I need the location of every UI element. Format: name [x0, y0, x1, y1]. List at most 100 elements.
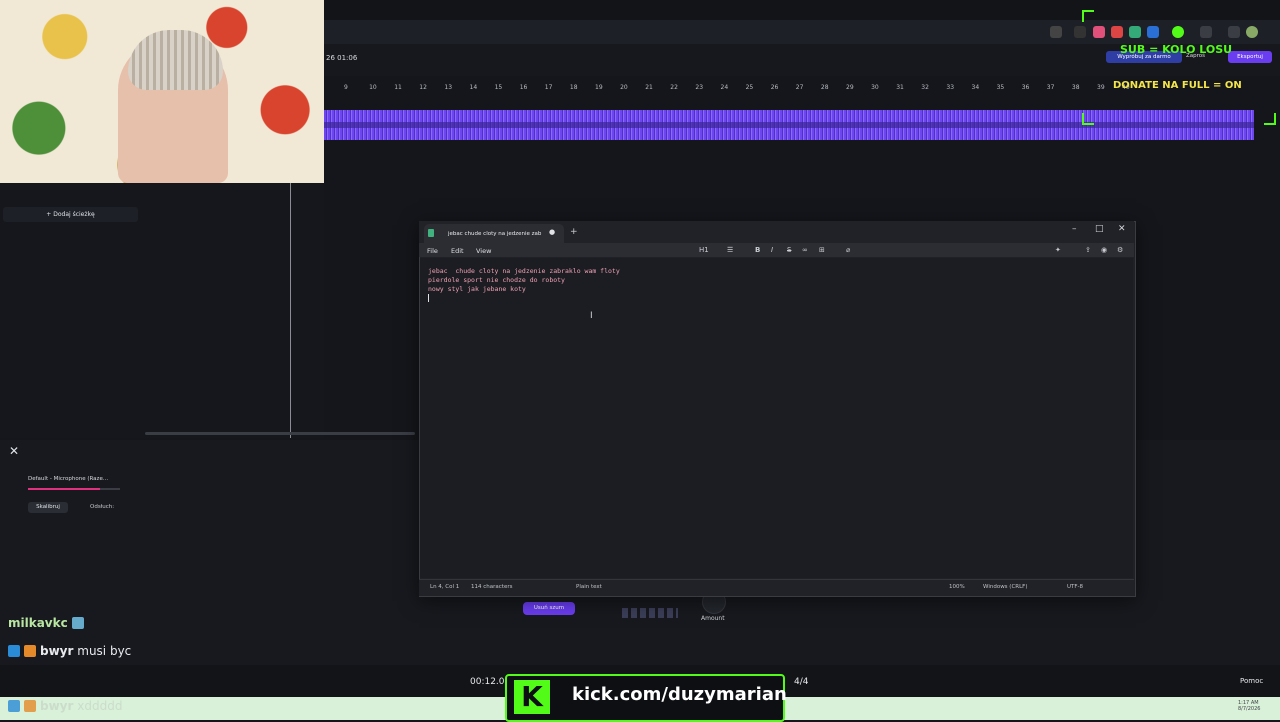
- tab-close-icon[interactable]: ●: [549, 228, 555, 236]
- zoom-level[interactable]: 100%: [949, 584, 965, 590]
- chat-username: bwyr: [40, 644, 74, 658]
- ruler-tick: 18: [569, 84, 578, 91]
- sub-overlay: SUB = KOLO LOSU: [1120, 43, 1233, 56]
- ruler-tick: 11: [394, 84, 402, 91]
- list-icon[interactable]: ☰: [727, 246, 733, 254]
- minimize-icon[interactable]: –: [1072, 224, 1077, 234]
- close-icon[interactable]: ✕: [9, 444, 19, 458]
- playback-time: 00:12.0: [470, 677, 505, 687]
- clear-format-icon[interactable]: ⌀: [846, 246, 850, 254]
- maximize-icon[interactable]: □: [1095, 224, 1104, 234]
- text-format[interactable]: Plain text: [576, 584, 602, 590]
- kick-logo-icon: K: [514, 680, 550, 714]
- chat-username: milkavkc: [8, 616, 68, 630]
- ruler-tick: 16: [519, 84, 528, 91]
- share-icon[interactable]: ⇪: [1085, 246, 1091, 254]
- bold-icon[interactable]: B: [755, 246, 760, 254]
- ruler-tick: 28: [820, 84, 829, 91]
- account-icon[interactable]: ◉: [1101, 246, 1107, 254]
- text-line: pierdole sport nie chodze do roboty: [428, 276, 565, 284]
- chat-message: bwyr musi byc: [8, 644, 131, 658]
- ruler-tick: 12: [419, 84, 427, 91]
- heading-dropdown[interactable]: H1: [699, 246, 709, 254]
- kick-url: kick.com/duzymarian: [572, 684, 787, 705]
- ruler-tick: 25: [745, 84, 754, 91]
- character-count: 114 characters: [471, 584, 513, 590]
- extension-icon[interactable]: [1074, 26, 1086, 38]
- amount-label: Amount: [701, 615, 725, 622]
- download-icon[interactable]: [1228, 26, 1240, 38]
- ruler-tick: 32: [921, 84, 929, 91]
- extension-icon[interactable]: [1111, 26, 1123, 38]
- ruler-tick: 38: [1071, 84, 1080, 91]
- chat-text: musi byc: [77, 644, 132, 658]
- ruler-tick: 33: [946, 84, 955, 91]
- italic-icon[interactable]: I: [771, 246, 773, 254]
- calibrate-button[interactable]: Skalibruj: [28, 502, 68, 513]
- microphone-select[interactable]: Default - Microphone (Raze...: [28, 476, 108, 482]
- menu-edit[interactable]: Edit: [451, 247, 464, 255]
- chat-text: xddddd: [77, 699, 123, 713]
- ruler-tick: 9: [344, 84, 348, 91]
- denoise-button[interactable]: Usuń szum: [523, 602, 575, 615]
- extension-icon[interactable]: [1147, 26, 1159, 38]
- frame-corner: [1264, 113, 1276, 125]
- menu-view[interactable]: View: [476, 247, 491, 255]
- badge-icon: [8, 700, 20, 712]
- ruler-tick: 10: [369, 84, 377, 91]
- strikethrough-icon[interactable]: S: [787, 246, 791, 254]
- monitor-label: Odsłuch:: [90, 504, 115, 510]
- help-button[interactable]: Pomoc: [1240, 677, 1263, 685]
- cursor-position: Ln 4, Col 1: [430, 584, 460, 590]
- notepad-icon: [428, 229, 434, 237]
- notepad-menubar: [419, 243, 1134, 257]
- ruler-tick: 39: [1097, 84, 1105, 91]
- line-ending[interactable]: Windows (CRLF): [983, 584, 1027, 590]
- waveform-center: [324, 122, 1254, 128]
- table-icon[interactable]: ⊞: [819, 246, 825, 254]
- denoise-level[interactable]: [622, 608, 678, 618]
- playhead[interactable]: [290, 183, 291, 438]
- ruler-tick: 30: [871, 84, 879, 91]
- chat-message: milkavkc: [8, 616, 88, 630]
- notepad-tab-title: jebac chude cloty na jedzenie zab: [448, 231, 542, 237]
- ruler-tick: 17: [544, 84, 553, 91]
- ruler-tick: 21: [645, 84, 653, 91]
- avatar[interactable]: [1246, 26, 1258, 38]
- ruler-tick: 14: [469, 84, 478, 91]
- encoding[interactable]: UTF-8: [1067, 584, 1083, 590]
- page-counter: 4/4: [794, 677, 809, 687]
- ruler-tick: 24: [720, 84, 729, 91]
- donate-overlay: DONATE NA FULL = ON: [1113, 80, 1242, 91]
- ruler-tick: 23: [695, 84, 704, 91]
- ruler-tick: 37: [1046, 84, 1055, 91]
- ruler-tick: 22: [670, 84, 678, 91]
- ruler-tick: 13: [444, 84, 453, 91]
- menu-file[interactable]: File: [427, 247, 438, 255]
- settings-gear-icon[interactable]: ⚙: [1117, 246, 1123, 254]
- ruler-tick: 20: [620, 84, 628, 91]
- mic-level-fill: [28, 488, 100, 490]
- ruler-tick: 15: [494, 84, 503, 91]
- star-icon[interactable]: [1050, 26, 1062, 38]
- extension-icon[interactable]: [1093, 26, 1105, 38]
- frame-corner: [1082, 113, 1094, 125]
- copilot-icon[interactable]: ✦: [1055, 246, 1061, 254]
- shield-icon[interactable]: [1129, 26, 1141, 38]
- window-close-icon[interactable]: ✕: [1118, 224, 1126, 234]
- horizontal-scrollbar[interactable]: [145, 432, 415, 435]
- browser-tabstrip: [324, 0, 1280, 20]
- new-tab-icon[interactable]: +: [570, 227, 578, 237]
- notepad-text-area[interactable]: [420, 258, 1133, 578]
- text-line: jebac chude cloty na jedzenie zabraklo w…: [428, 267, 620, 275]
- wheel-icon: [1172, 26, 1184, 38]
- link-icon[interactable]: ∞: [802, 246, 808, 254]
- system-clock: 1:17 AM 8/7/2026: [1238, 700, 1261, 712]
- export-button[interactable]: Eksportuj: [1228, 51, 1272, 63]
- add-track-button[interactable]: + Dodaj ścieżkę: [3, 207, 138, 222]
- ruler-tick: 26: [770, 84, 779, 91]
- puzzle-icon[interactable]: [1200, 26, 1212, 38]
- mouse-cursor-icon: I: [590, 311, 593, 321]
- chat-message: bwyr xddddd: [8, 699, 122, 713]
- text-line: nowy styl jak jebane koty: [428, 285, 526, 293]
